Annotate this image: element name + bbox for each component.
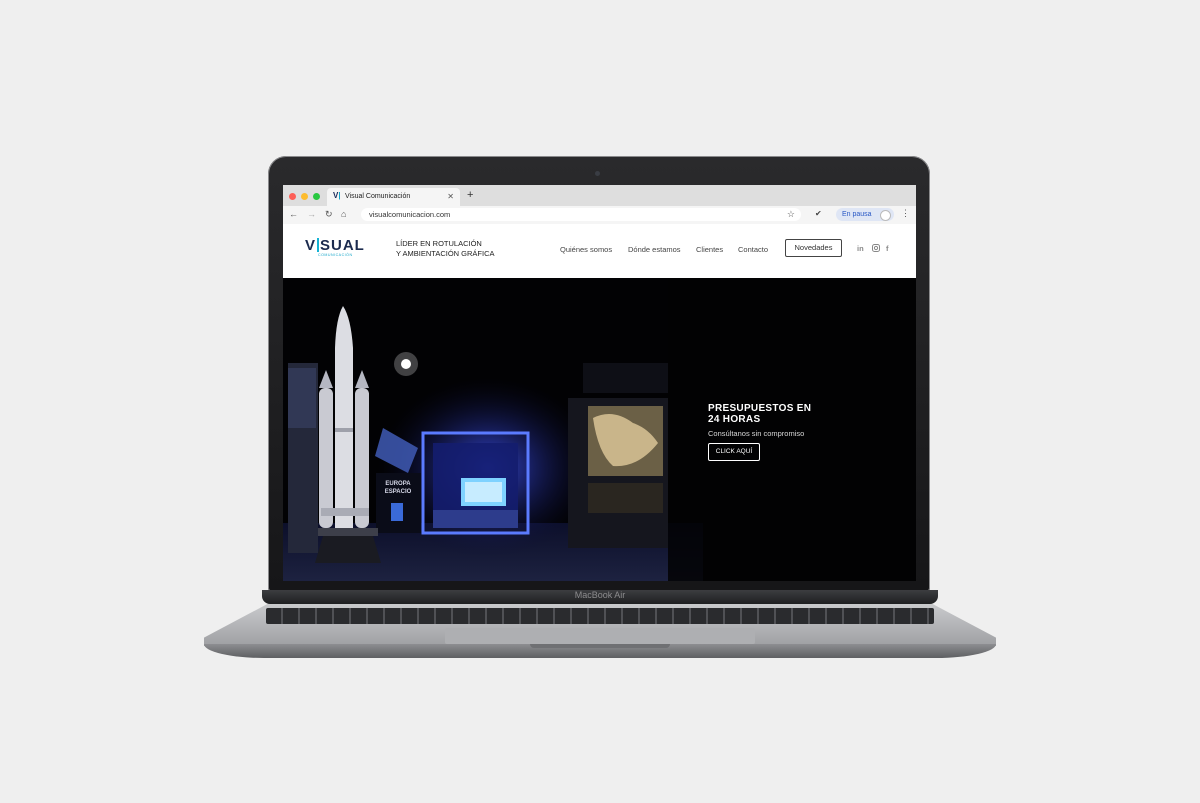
- info-kiosk: [391, 503, 403, 521]
- nav-donde-estamos[interactable]: Dónde estamos: [628, 245, 681, 254]
- browser-menu-icon[interactable]: ⋮: [901, 208, 910, 219]
- tagline-line-2: Y AMBIENTACIÓN GRÁFICA: [396, 248, 495, 258]
- browser-toolbar: ← → ↻ ⌂ visualcomunicacion.com ☆ ✔ En pa…: [283, 206, 916, 225]
- site-tagline: LÍDER EN ROTULACIÓN Y AMBIENTACIÓN GRÁFI…: [396, 239, 495, 258]
- window-close-icon[interactable]: [289, 193, 296, 200]
- logo-wordmark: V SUAL: [305, 237, 365, 254]
- camera: [595, 171, 600, 176]
- home-icon[interactable]: ⌂: [341, 209, 346, 219]
- profile-status: En pausa: [842, 210, 872, 218]
- facebook-icon[interactable]: f: [886, 244, 889, 253]
- site-header: V SUAL COMUNICACIÓN LÍDER EN ROTULACIÓN Y…: [283, 224, 916, 278]
- tab-title: Visual Comunicación: [345, 193, 411, 200]
- instagram-icon[interactable]: [872, 244, 880, 254]
- reload-icon[interactable]: ↻: [325, 209, 333, 220]
- sign-line-1: EUROPA: [385, 481, 411, 487]
- linkedin-icon[interactable]: in: [857, 244, 864, 253]
- screen: V| Visual Comunicación ✕ + ← → ↻ ⌂ visua…: [283, 185, 916, 581]
- browser-tab-bar: V| Visual Comunicación ✕ +: [283, 185, 916, 206]
- cta-title-line-1: PRESUPUESTOS EN: [708, 403, 812, 414]
- nav-contacto[interactable]: Contacto: [738, 245, 768, 254]
- tab-close-icon[interactable]: ✕: [447, 192, 454, 201]
- cta-subtitle: Consúltanos sin compromiso: [708, 429, 805, 438]
- extension-check-icon[interactable]: ✔: [815, 209, 822, 218]
- touchpad: [445, 628, 755, 644]
- laptop-notch: [530, 644, 670, 648]
- device-brand-label: MacBook Air: [574, 590, 626, 600]
- address-bar[interactable]: visualcomunicacion.com ☆: [361, 208, 801, 221]
- tagline-line-1: LÍDER EN ROTULACIÓN: [396, 239, 482, 248]
- window-minimize-icon[interactable]: [301, 193, 308, 200]
- window-zoom-icon[interactable]: [313, 193, 320, 200]
- hero-photo: EUROPA ESPACIO: [283, 278, 916, 581]
- profile-button[interactable]: En pausa: [836, 208, 894, 221]
- hero-banner: EUROPA ESPACIO PRESUPUESTOS EN 24 HORAS …: [283, 278, 916, 581]
- nav-quienes-somos[interactable]: Quiénes somos: [560, 245, 612, 254]
- url-text: visualcomunicacion.com: [369, 210, 451, 219]
- cta-title-line-2: 24 HORAS: [708, 413, 761, 425]
- cta-title: PRESUPUESTOS EN 24 HORAS: [708, 403, 812, 425]
- back-icon[interactable]: ←: [289, 209, 298, 219]
- laptop-lid: V| Visual Comunicación ✕ + ← → ↻ ⌂ visua…: [268, 156, 930, 592]
- new-tab-icon[interactable]: +: [467, 189, 473, 201]
- favicon-icon: V|: [333, 191, 341, 200]
- sign-line-2: ESPACIO: [385, 489, 412, 495]
- bookmark-star-icon[interactable]: ☆: [787, 209, 795, 220]
- site-logo[interactable]: V SUAL COMUNICACIÓN: [305, 237, 365, 257]
- browser-tab[interactable]: V| Visual Comunicación ✕: [327, 188, 460, 206]
- stage: V| Visual Comunicación ✕ + ← → ↻ ⌂ visua…: [0, 0, 1200, 803]
- keyboard: [266, 608, 934, 624]
- forward-icon[interactable]: →: [307, 209, 316, 219]
- nav-clientes[interactable]: Clientes: [696, 245, 723, 254]
- novedades-button[interactable]: Novedades: [785, 239, 842, 257]
- avatar: [880, 210, 891, 221]
- cta-button[interactable]: CLICK AQUÍ: [708, 443, 760, 461]
